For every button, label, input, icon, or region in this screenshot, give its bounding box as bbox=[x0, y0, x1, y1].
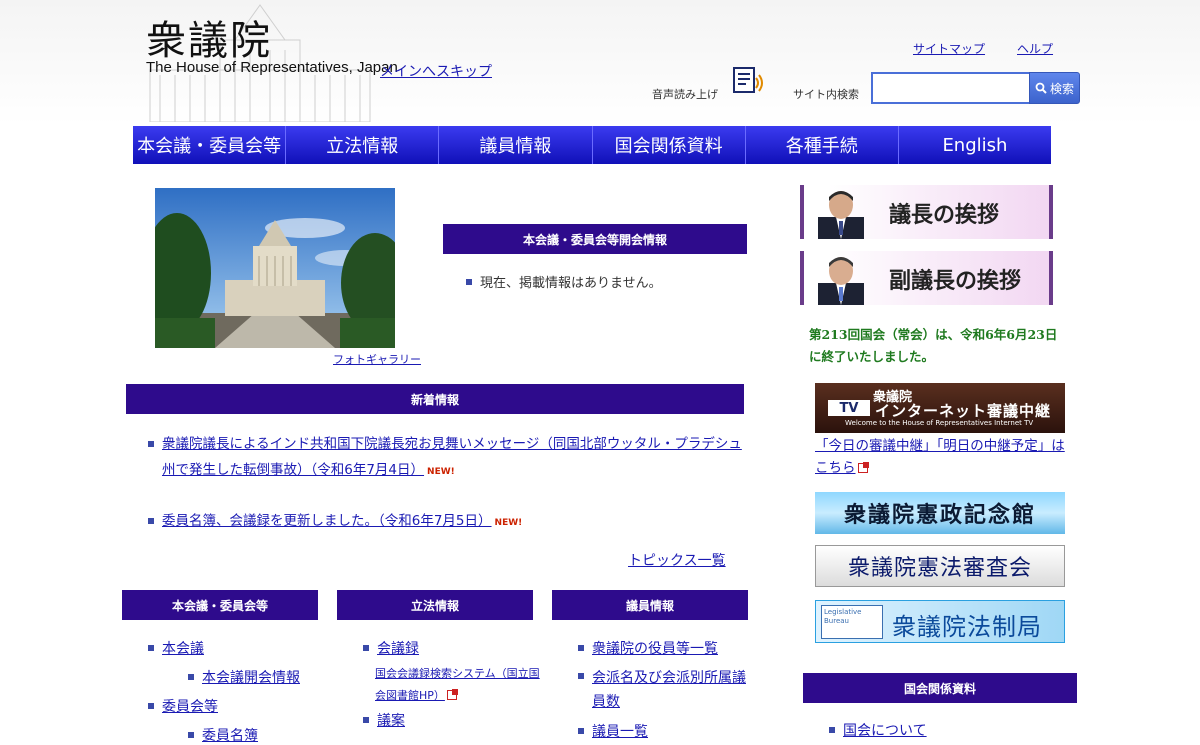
internet-tv-banner[interactable]: 衆議院 TV インターネット審議中継 Welcome to the House … bbox=[815, 383, 1065, 433]
nav-item-members[interactable]: 議員情報 bbox=[439, 126, 593, 164]
legislative-bureau-label: 衆議院法制局 bbox=[892, 613, 1042, 641]
bullet-icon bbox=[148, 518, 154, 524]
legislation-column-heading: 立法情報 bbox=[337, 590, 533, 620]
list-item: 衆議院の役員等一覧 bbox=[578, 638, 718, 658]
news-link[interactable]: 委員名簿、会議録を更新しました。（令和6年7月5日） bbox=[162, 513, 492, 529]
skip-to-main-link[interactable]: メインへスキップ bbox=[380, 61, 492, 81]
speaker-icon[interactable] bbox=[732, 66, 766, 98]
help-link[interactable]: ヘルプ bbox=[1017, 40, 1053, 57]
bullet-icon bbox=[829, 727, 835, 733]
vice-speaker-portrait bbox=[818, 257, 864, 305]
minutes-link[interactable]: 会議録 bbox=[377, 638, 419, 658]
list-item: 委員名簿 bbox=[188, 725, 258, 745]
diet-session-notice: 第213回国会（常会）は、令和6年6月23日に終了いたしました。 bbox=[809, 327, 1058, 364]
plenary-column-heading: 本会議・委員会等 bbox=[122, 590, 318, 620]
new-badge: NEW! bbox=[494, 518, 523, 528]
search-button[interactable]: 検索 bbox=[1029, 72, 1080, 104]
bullet-icon bbox=[148, 703, 154, 709]
officers-list-link[interactable]: 衆議院の役員等一覧 bbox=[592, 638, 718, 658]
bullet-icon bbox=[578, 728, 584, 734]
vice-speaker-greeting-label: 副議長の挨拶 bbox=[889, 269, 1022, 294]
news-heading: 新着情報 bbox=[126, 384, 744, 414]
tv-schedule-link[interactable]: 「今日の審議中継」「明日の中継予定」はこちら bbox=[815, 438, 1065, 476]
nav-item-diet-materials[interactable]: 国会関係資料 bbox=[593, 126, 746, 164]
nav-item-plenary[interactable]: 本会議・委員会等 bbox=[133, 126, 287, 164]
external-link-icon bbox=[446, 688, 458, 700]
list-item: 会派名及び会派別所属議員数 bbox=[578, 666, 748, 714]
bullet-icon bbox=[578, 645, 584, 651]
speaker-greeting-banner[interactable]: 議長の挨拶 bbox=[800, 185, 1053, 239]
list-item: 本会議 bbox=[148, 638, 204, 658]
news-item: 委員名簿、会議録を更新しました。（令和6年7月5日） NEW! bbox=[148, 508, 748, 536]
nav-item-english[interactable]: English bbox=[899, 126, 1051, 164]
vice-speaker-greeting-banner[interactable]: 副議長の挨拶 bbox=[800, 251, 1053, 305]
plenary-schedule-link[interactable]: 本会議開会情報 bbox=[202, 667, 300, 687]
nav-item-procedures[interactable]: 各種手続 bbox=[746, 126, 899, 164]
topics-list-link[interactable]: トピックス一覧 bbox=[628, 550, 726, 570]
bullet-icon bbox=[466, 278, 472, 285]
list-item: 国会について bbox=[829, 720, 927, 740]
news-item: 衆議院議長によるインド共和国下院議長宛お見舞いメッセージ（同国北部ウッタル・プラ… bbox=[148, 431, 748, 485]
plenary-link[interactable]: 本会議 bbox=[162, 638, 204, 658]
bullet-icon bbox=[363, 717, 369, 723]
party-members-link[interactable]: 会派名及び会派別所属議員数 bbox=[592, 666, 748, 714]
tv-badge: TV bbox=[828, 400, 870, 416]
list-item: 国会会議録検索システム（国立国会図書館HP） bbox=[375, 662, 543, 706]
speaker-greeting-label: 議長の挨拶 bbox=[889, 203, 1000, 228]
legislative-bureau-banner[interactable]: Legislative Bureau 衆議院法制局 bbox=[815, 600, 1065, 643]
site-search-input[interactable] bbox=[871, 72, 1029, 104]
list-item: 議員一覧 bbox=[578, 721, 648, 741]
photo-gallery-link[interactable]: フォトギャラリー bbox=[333, 351, 421, 367]
meetings-info-message: 現在、掲載情報はありません。 bbox=[466, 272, 662, 291]
tv-banner-english: Welcome to the House of Representatives … bbox=[845, 419, 1034, 427]
about-diet-link[interactable]: 国会について bbox=[843, 720, 927, 740]
speaker-portrait bbox=[818, 191, 864, 239]
external-link-icon bbox=[857, 462, 869, 473]
members-column-heading: 議員情報 bbox=[552, 590, 748, 620]
voice-reader-label: 音声読み上げ bbox=[652, 88, 718, 101]
bullet-icon bbox=[363, 645, 369, 651]
list-item: 会議録 bbox=[363, 638, 419, 658]
meetings-info-text: 現在、掲載情報はありません。 bbox=[480, 276, 662, 291]
bullet-icon bbox=[188, 732, 194, 738]
site-search-label: サイト内検索 bbox=[793, 88, 859, 101]
bills-link[interactable]: 議案 bbox=[377, 710, 405, 730]
sitemap-link[interactable]: サイトマップ bbox=[913, 40, 985, 57]
list-item: 本会議開会情報 bbox=[188, 667, 300, 687]
site-logo-english[interactable]: The House of Representatives, Japan bbox=[146, 59, 398, 76]
related-materials-heading: 国会関係資料 bbox=[803, 673, 1077, 703]
search-icon bbox=[1035, 82, 1047, 94]
tv-schedule-link-wrap: 「今日の審議中継」「明日の中継予定」はこちら bbox=[815, 435, 1065, 479]
committee-roster-link[interactable]: 委員名簿 bbox=[202, 725, 258, 745]
committees-link[interactable]: 委員会等 bbox=[162, 696, 218, 716]
search-button-label: 検索 bbox=[1049, 81, 1074, 96]
new-badge: NEW! bbox=[427, 467, 455, 477]
list-item: 議案 bbox=[363, 710, 405, 730]
nav-item-legislation[interactable]: 立法情報 bbox=[286, 126, 440, 164]
tv-banner-subtitle: インターネット審議中継 bbox=[875, 402, 1052, 420]
bullet-icon bbox=[148, 441, 154, 447]
main-navigation: 本会議・委員会等 立法情報 議員情報 国会関係資料 各種手続 English bbox=[133, 126, 1051, 164]
bullet-icon bbox=[578, 673, 584, 679]
list-item: 委員会等 bbox=[148, 696, 218, 716]
constitution-commission-banner[interactable]: 衆議院憲法審査会 bbox=[815, 545, 1065, 587]
diet-building-photo[interactable] bbox=[155, 188, 395, 348]
meetings-info-heading: 本会議・委員会等開会情報 bbox=[443, 224, 747, 254]
bullet-icon bbox=[148, 645, 154, 651]
site-logo-kanji[interactable]: 衆議院 bbox=[146, 8, 272, 66]
legislative-bureau-logo: Legislative Bureau bbox=[821, 605, 883, 639]
members-list-link[interactable]: 議員一覧 bbox=[592, 721, 648, 741]
minutes-search-link[interactable]: 国会会議録検索システム（国立国会図書館HP） bbox=[375, 667, 540, 702]
bullet-icon bbox=[188, 674, 194, 680]
kensei-memorial-hall-banner[interactable]: 衆議院憲政記念館 bbox=[815, 492, 1065, 534]
